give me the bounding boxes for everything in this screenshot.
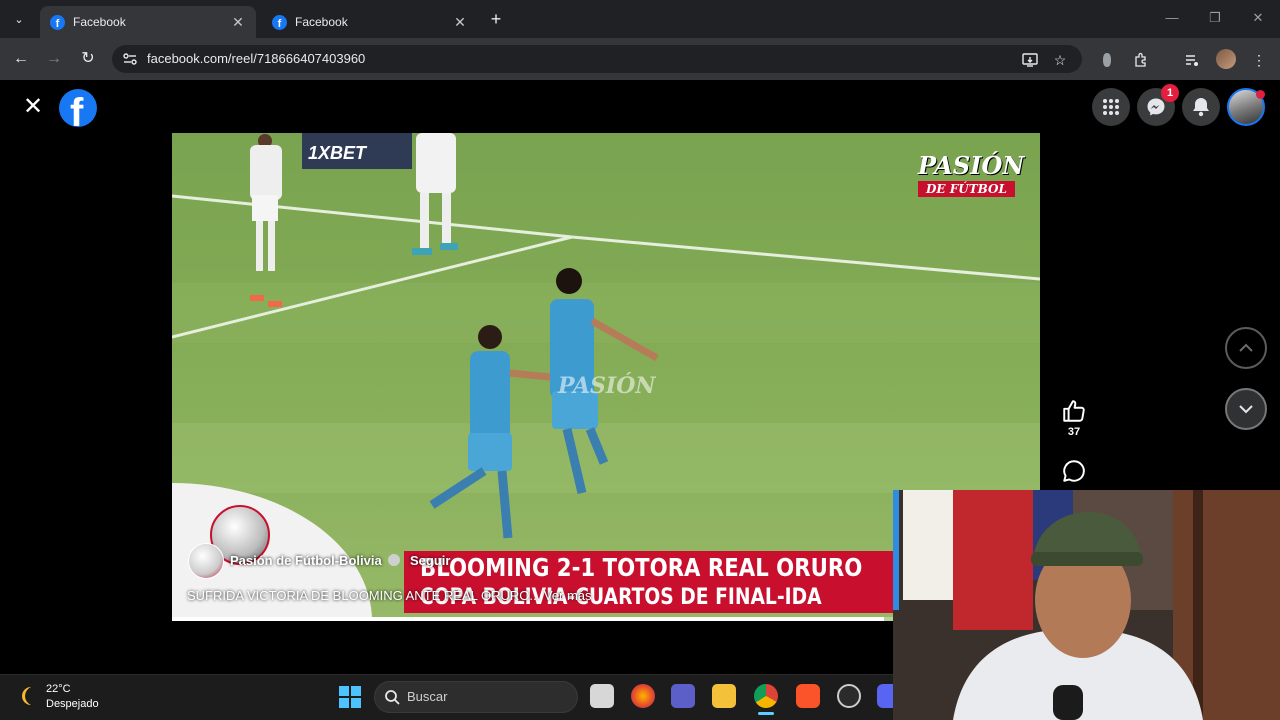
messenger-icon	[1147, 98, 1165, 116]
forward-button[interactable]: →	[43, 48, 65, 70]
new-tab-button[interactable]: +	[486, 9, 506, 29]
webcam-overlay	[893, 490, 1280, 720]
watermark-title: PASIÓN	[918, 151, 1025, 180]
chevron-down-icon	[1239, 405, 1253, 414]
chrome-icon[interactable]	[754, 684, 778, 708]
tab-title: Facebook	[295, 15, 348, 29]
firefox-icon[interactable]	[631, 684, 655, 708]
file-explorer-icon[interactable]	[712, 684, 736, 708]
channel-watermark: PASIÓN DE FÚTBOL	[918, 151, 1028, 198]
weather-temperature[interactable]: 22°C	[46, 683, 71, 695]
bell-icon	[1193, 98, 1209, 117]
brave-icon[interactable]	[796, 684, 820, 708]
reload-button[interactable]: ↻	[77, 48, 99, 70]
media-controls-icon[interactable]	[1182, 50, 1202, 70]
teams-icon[interactable]	[671, 684, 695, 708]
facebook-favicon-icon: f	[272, 14, 287, 30]
windows-start-icon[interactable]	[339, 686, 361, 708]
browser-tab-2[interactable]: f Facebook ✕	[262, 6, 478, 38]
extension-icon[interactable]	[1097, 50, 1117, 70]
close-reel-icon[interactable]: ✕	[22, 95, 44, 119]
discord-icon[interactable]	[877, 684, 893, 708]
bookmark-star-icon[interactable]: ☆	[1050, 50, 1070, 70]
moon-weather-icon[interactable]	[18, 684, 42, 708]
account-alert-dot	[1256, 90, 1265, 99]
close-window-button[interactable]: ✕	[1248, 10, 1268, 26]
obs-icon[interactable]	[837, 684, 861, 708]
center-watermark: PASIÓN	[557, 372, 656, 399]
taskbar-search-box[interactable]	[374, 681, 578, 713]
globe-icon	[388, 554, 400, 566]
search-icon	[385, 690, 400, 705]
facebook-logo[interactable]: f	[59, 89, 97, 127]
facebook-favicon-icon: f	[50, 14, 65, 30]
browser-tab-1[interactable]: f Facebook ✕	[40, 6, 256, 38]
page-name-link[interactable]: Pasión de Fútbol-Bolivia	[230, 553, 382, 568]
menu-grid-button[interactable]	[1092, 88, 1130, 126]
page-avatar[interactable]	[188, 543, 224, 579]
tab-title: Facebook	[73, 15, 126, 29]
chrome-active-indicator	[758, 712, 774, 715]
score-headline: BLOOMING 2-1 TOTORA REAL ORURO	[420, 553, 863, 582]
install-app-icon[interactable]	[1020, 50, 1040, 70]
previous-reel-button[interactable]	[1225, 327, 1267, 369]
browser-menu-icon[interactable]: ⋮	[1249, 50, 1269, 70]
taskbar-search-placeholder[interactable]: Buscar	[407, 689, 447, 704]
grid-icon	[1103, 99, 1119, 115]
minimize-window-button[interactable]: —	[1162, 10, 1182, 25]
sponsor-board-text: 1XBET	[308, 143, 368, 163]
restore-window-button[interactable]: ❐	[1205, 10, 1225, 26]
browser-profile-avatar[interactable]	[1216, 49, 1236, 69]
comment-icon[interactable]	[1061, 458, 1087, 484]
close-tab-icon[interactable]: ✕	[230, 14, 246, 31]
follow-button[interactable]: Seguir	[410, 553, 450, 568]
tab-search-button[interactable]: ⌄	[8, 8, 30, 30]
streamer-camera-image	[893, 490, 1280, 720]
notifications-button[interactable]	[1182, 88, 1220, 126]
next-reel-button[interactable]	[1225, 388, 1267, 430]
like-thumb-icon[interactable]	[1061, 398, 1087, 424]
messenger-notification-badge: 1	[1161, 84, 1179, 102]
video-progress-fill	[172, 617, 884, 621]
watermark-subtitle: DE FÚTBOL	[918, 181, 1015, 197]
extensions-puzzle-icon[interactable]	[1131, 50, 1151, 70]
site-settings-icon[interactable]	[122, 51, 138, 67]
close-tab-icon[interactable]: ✕	[452, 14, 468, 31]
like-count: 37	[1067, 426, 1081, 438]
back-button[interactable]: ←	[10, 48, 32, 70]
url-text[interactable]: facebook.com/reel/718666407403960	[147, 51, 365, 66]
task-view-icon[interactable]	[590, 684, 614, 708]
reel-caption[interactable]: SUFRIDA VICTORIA DE BLOOMING ANTE REAL O…	[187, 588, 592, 603]
weather-condition[interactable]: Despejado	[46, 698, 99, 710]
chevron-up-icon	[1239, 343, 1253, 352]
